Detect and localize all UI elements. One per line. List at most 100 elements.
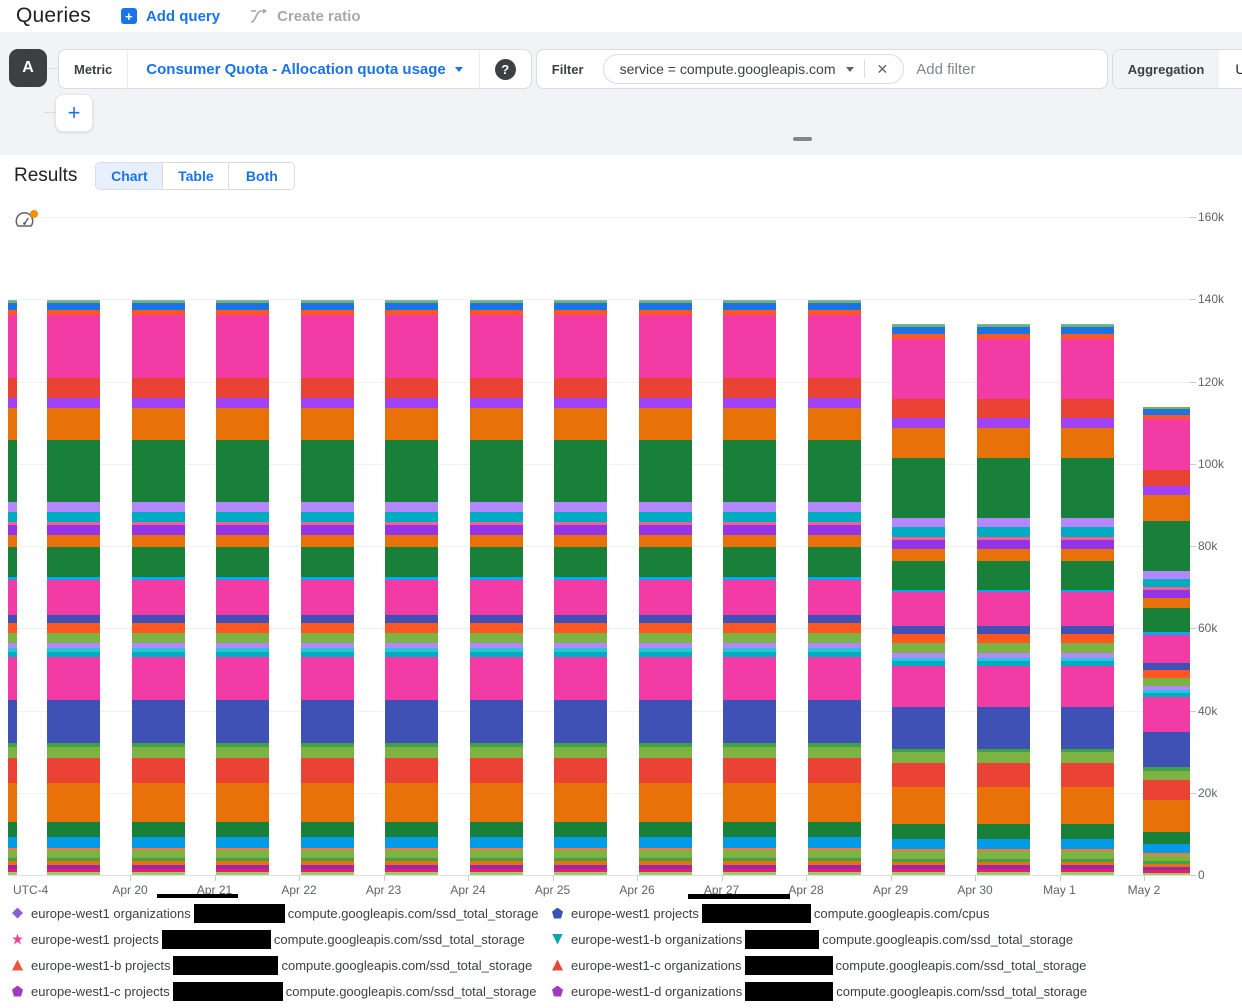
bar-segment — [216, 872, 269, 875]
filter-chip[interactable]: service = compute.googleapis.com ✕ — [603, 54, 905, 84]
y-axis-label: 100k — [1198, 457, 1238, 471]
bar-segment — [1061, 518, 1114, 528]
bar-segment — [1061, 707, 1114, 748]
bar-apr-28[interactable] — [808, 299, 861, 875]
legend-item[interactable]: europe-west1 projectscompute.googleapis.… — [552, 900, 1242, 926]
bar-may-1[interactable] — [1061, 324, 1114, 875]
bar-apr-21[interactable] — [216, 299, 269, 875]
bar-segment — [301, 850, 354, 858]
bar-segment — [47, 822, 100, 837]
bar-apr-22[interactable] — [301, 299, 354, 875]
bar-segment — [639, 535, 692, 547]
bar-segment — [385, 580, 438, 615]
bar-segment — [47, 535, 100, 547]
metric-selector[interactable]: Consumer Quota - Allocation quota usage — [128, 61, 478, 78]
bar-segment — [301, 580, 354, 615]
legend-item[interactable]: europe-west1-b projectscompute.googleapi… — [12, 952, 552, 978]
bar-segment — [892, 561, 945, 590]
bar-apr-24[interactable] — [470, 299, 523, 875]
add-query-row-button[interactable]: + — [55, 94, 93, 132]
bar-segment — [470, 657, 523, 700]
bar-segment — [1061, 643, 1114, 653]
bar-segment — [216, 525, 269, 535]
help-icon[interactable]: ? — [495, 59, 516, 80]
bar-segment — [1061, 592, 1114, 626]
bar-segment — [977, 872, 1030, 875]
legend-item[interactable]: europe-west1-c organizationscompute.goog… — [552, 952, 1242, 978]
bar-apr-29[interactable] — [892, 324, 945, 875]
bar-segment — [1061, 327, 1114, 334]
bar-segment — [1143, 608, 1190, 632]
bar-segment — [1143, 598, 1190, 608]
bar-apr-23[interactable] — [385, 299, 438, 875]
bar-segment — [977, 327, 1030, 334]
bar-segment — [977, 458, 1030, 517]
tab-both[interactable]: Both — [228, 163, 294, 189]
aggregation-selector[interactable]: Unaggregated — [1219, 61, 1242, 77]
bar-segment — [132, 535, 185, 547]
bar-segment — [47, 398, 100, 408]
bar-segment — [892, 763, 945, 787]
legend-item[interactable]: europe-west1-b organizationscompute.goog… — [552, 926, 1242, 952]
bar-segment — [639, 837, 692, 848]
bar-segment — [470, 580, 523, 615]
bar-segment — [47, 758, 100, 783]
bar-segment — [554, 535, 607, 547]
bar-apr-20[interactable] — [132, 299, 185, 875]
bar-segment — [977, 763, 1030, 787]
create-ratio-button[interactable]: Create ratio — [250, 8, 360, 25]
add-query-button[interactable]: + Add query — [121, 8, 220, 25]
bar-apr-25[interactable] — [554, 299, 607, 875]
bar-segment — [554, 633, 607, 643]
create-ratio-label: Create ratio — [277, 8, 360, 25]
bar-segment — [1061, 418, 1114, 428]
bar-segment — [892, 643, 945, 653]
y-tickmark — [1190, 464, 1196, 465]
tab-chart[interactable]: Chart — [96, 163, 162, 189]
bar-segment — [723, 837, 776, 848]
bar-segment — [47, 615, 100, 623]
query-letter-badge[interactable]: A — [9, 49, 47, 87]
bar-segment — [892, 428, 945, 459]
add-filter-input[interactable] — [916, 61, 1107, 78]
bar-segment — [977, 592, 1030, 626]
bar-segment — [385, 837, 438, 848]
bar-segment — [639, 850, 692, 858]
legend-item[interactable]: europe-west1 projectscompute.googleapis.… — [12, 926, 552, 952]
x-tickmark — [975, 875, 976, 881]
bar-segment — [639, 747, 692, 758]
chevron-down-icon — [846, 67, 854, 72]
legend-item[interactable]: europe-west1 organizationscompute.google… — [12, 900, 552, 926]
bar-segment — [554, 747, 607, 758]
bar-apr-27[interactable] — [723, 299, 776, 875]
gauge-icon[interactable] — [14, 210, 40, 234]
bar-may-2[interactable] — [1143, 406, 1190, 875]
bar-apr-26[interactable] — [639, 299, 692, 875]
legend-metric: compute.googleapis.com/cpus — [814, 906, 990, 921]
bar-apr-30[interactable] — [977, 324, 1030, 875]
panel-resize-handle[interactable] — [793, 137, 812, 141]
bar-segment — [132, 502, 185, 512]
legend-item[interactable]: europe-west1-c projectscompute.googleapi… — [12, 978, 552, 1004]
bar-segment — [1061, 399, 1114, 418]
bar-segment — [723, 633, 776, 643]
bar-segment — [892, 787, 945, 824]
bar-segment — [8, 700, 17, 743]
bar-segment — [1061, 458, 1114, 517]
bar-segment — [1061, 527, 1114, 537]
bar-apr-19[interactable] — [47, 299, 100, 875]
legend-metric: compute.googleapis.com/ssd_total_storage — [281, 958, 532, 973]
y-tickmark — [1190, 217, 1196, 218]
bar-apr-18[interactable] — [8, 299, 17, 875]
triangle-up-marker-icon — [552, 960, 563, 971]
bar-segment — [216, 378, 269, 398]
bar-segment — [385, 747, 438, 758]
bar-segment — [385, 440, 438, 502]
bar-segment — [470, 700, 523, 743]
legend-item[interactable]: europe-west1-d organizationscompute.goog… — [552, 978, 1242, 1004]
metric-selector-value: Consumer Quota - Allocation quota usage — [146, 61, 445, 78]
bar-segment — [808, 535, 861, 547]
remove-filter-icon[interactable]: ✕ — [871, 60, 895, 78]
bar-segment — [385, 872, 438, 875]
tab-table[interactable]: Table — [162, 163, 228, 189]
